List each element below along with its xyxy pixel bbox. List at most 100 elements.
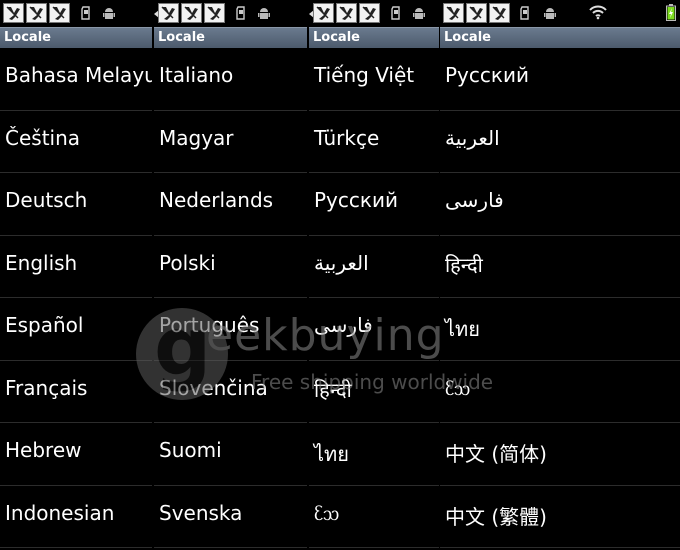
usb-debug-notification-icon bbox=[26, 3, 47, 23]
locale-label: العربية bbox=[445, 125, 500, 150]
usb-debug-notification-icon bbox=[3, 3, 24, 23]
locale-item[interactable]: Čeština bbox=[0, 111, 152, 173]
usb-debug-notification-icon bbox=[443, 3, 464, 23]
title-bar: Locale bbox=[154, 27, 307, 48]
locale-item[interactable]: ᦷᦉ bbox=[309, 486, 439, 548]
title-bar: Locale bbox=[440, 27, 680, 48]
locale-item[interactable]: हिन्दी bbox=[440, 236, 680, 298]
locale-label: Bahasa Melayu bbox=[5, 63, 152, 87]
locale-label: Tiếng Việt bbox=[314, 63, 415, 87]
wifi-icon bbox=[589, 5, 607, 20]
locale-item[interactable]: Polski bbox=[154, 236, 307, 298]
locale-item[interactable]: Magyar bbox=[154, 111, 307, 173]
locale-label: Русский bbox=[314, 188, 398, 212]
locale-item[interactable]: Nederlands bbox=[154, 173, 307, 236]
locale-item[interactable]: ᦷᦉ bbox=[440, 361, 680, 423]
locale-item[interactable]: Türkçe bbox=[309, 111, 439, 173]
title-bar: Locale bbox=[0, 27, 152, 48]
locale-list: Tiếng Việt Türkçe Русский العربية فارسی … bbox=[309, 48, 439, 548]
locale-item[interactable]: 中文 (繁體) bbox=[440, 486, 680, 548]
locale-label: Čeština bbox=[5, 125, 81, 150]
page-title: Locale bbox=[4, 30, 51, 45]
locale-item[interactable]: Italiano bbox=[154, 48, 307, 111]
locale-item[interactable]: ไทย bbox=[440, 298, 680, 361]
locale-item[interactable]: English bbox=[0, 236, 152, 298]
usb-debug-notification-icon bbox=[49, 3, 70, 23]
android-debug-icon bbox=[103, 8, 115, 19]
locale-label: English bbox=[5, 250, 78, 275]
usb-debug-notification-icon bbox=[158, 3, 179, 23]
locale-item[interactable]: हिन्दी bbox=[309, 361, 439, 423]
sd-card-icon bbox=[236, 6, 245, 20]
locale-item[interactable]: فارسی bbox=[309, 298, 439, 361]
locale-item[interactable]: العربية bbox=[440, 111, 680, 173]
locale-item[interactable]: Português bbox=[154, 298, 307, 361]
locale-label: Deutsch bbox=[5, 188, 88, 212]
locale-label: Türkçe bbox=[314, 125, 380, 150]
locale-label: Português bbox=[159, 313, 260, 337]
locale-item[interactable]: Русский bbox=[440, 48, 680, 111]
locale-screen-1: Locale Bahasa Melayu Čeština Deutsch Eng… bbox=[0, 0, 152, 550]
usb-debug-notification-icon bbox=[204, 3, 225, 23]
locale-label: हिन्दी bbox=[445, 252, 483, 277]
locale-item[interactable]: Русский bbox=[309, 173, 439, 236]
sd-card-icon bbox=[81, 6, 90, 20]
page-title: Locale bbox=[313, 30, 360, 45]
usb-debug-notification-icon bbox=[359, 3, 380, 23]
locale-label: Suomi bbox=[159, 438, 222, 462]
locale-list: Italiano Magyar Nederlands Polski Portug… bbox=[154, 48, 307, 548]
locale-item[interactable]: فارسی bbox=[440, 173, 680, 236]
locale-label: ᦷᦉ bbox=[314, 500, 340, 525]
usb-debug-notification-icon bbox=[336, 3, 357, 23]
page-title: Locale bbox=[158, 30, 205, 45]
locale-screen-2: Locale Italiano Magyar Nederlands Polski… bbox=[154, 0, 307, 550]
status-bar bbox=[440, 0, 680, 27]
locale-label: Русский bbox=[445, 63, 529, 87]
locale-label: Magyar bbox=[159, 125, 234, 150]
battery-charging-icon bbox=[666, 4, 676, 21]
locale-item[interactable]: Tiếng Việt bbox=[309, 48, 439, 111]
locale-item[interactable]: Suomi bbox=[154, 423, 307, 486]
locale-item[interactable]: Bahasa Melayu bbox=[0, 48, 152, 111]
locale-item[interactable]: العربية bbox=[309, 236, 439, 298]
status-bar bbox=[0, 0, 152, 27]
locale-list: Bahasa Melayu Čeština Deutsch English Es… bbox=[0, 48, 152, 548]
locale-label: فارسی bbox=[445, 188, 504, 212]
locale-label: Français bbox=[5, 375, 88, 400]
locale-label: Slovenčina bbox=[159, 375, 268, 400]
android-debug-icon bbox=[544, 8, 556, 19]
usb-debug-notification-icon bbox=[489, 3, 510, 23]
locale-item[interactable]: Svenska bbox=[154, 486, 307, 548]
locale-screen-3: Locale Tiếng Việt Türkçe Русский العربية… bbox=[309, 0, 439, 550]
page-title: Locale bbox=[444, 30, 491, 45]
locale-label: ไทย bbox=[445, 317, 480, 341]
locale-label: Hebrew bbox=[5, 438, 82, 462]
usb-debug-notification-icon bbox=[313, 3, 334, 23]
title-bar: Locale bbox=[309, 27, 439, 48]
sd-card-icon bbox=[391, 6, 400, 20]
locale-label: Español bbox=[5, 313, 84, 337]
locale-item[interactable]: Indonesian bbox=[0, 486, 152, 548]
locale-label: Italiano bbox=[159, 63, 234, 87]
android-debug-icon bbox=[258, 8, 270, 19]
locale-label: Svenska bbox=[159, 500, 243, 525]
usb-debug-notification-icon bbox=[181, 3, 202, 23]
locale-item[interactable]: Hebrew bbox=[0, 423, 152, 486]
locale-label: हिन्दी bbox=[314, 377, 352, 402]
usb-debug-notification-icon bbox=[466, 3, 487, 23]
locale-item[interactable]: Slovenčina bbox=[154, 361, 307, 423]
locale-item[interactable]: Français bbox=[0, 361, 152, 423]
locale-label: العربية bbox=[314, 250, 369, 275]
locale-item[interactable]: ไทย bbox=[309, 423, 439, 486]
locale-item[interactable]: 中文 (简体) bbox=[440, 423, 680, 486]
locale-item[interactable]: Deutsch bbox=[0, 173, 152, 236]
locale-item[interactable]: Español bbox=[0, 298, 152, 361]
locale-screen-4: Locale Русский العربية فارسی हिन्दी ไทย … bbox=[440, 0, 680, 550]
android-debug-icon bbox=[413, 8, 425, 19]
locale-label: 中文 (简体) bbox=[445, 442, 547, 466]
locale-label: 中文 (繁體) bbox=[445, 504, 547, 529]
locale-label: فارسی bbox=[314, 313, 373, 337]
status-bar bbox=[309, 0, 439, 27]
locale-label: ᦷᦉ bbox=[445, 375, 471, 400]
locale-label: Polski bbox=[159, 250, 216, 275]
